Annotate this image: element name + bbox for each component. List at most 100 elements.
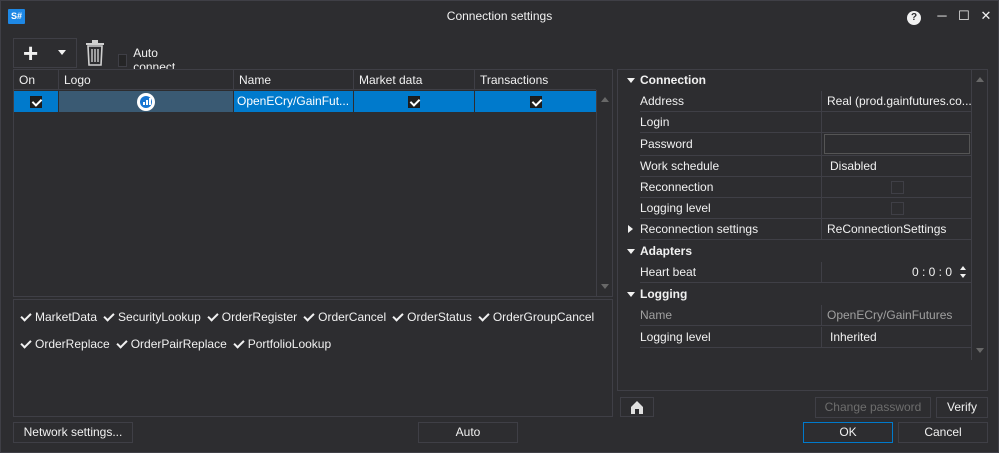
capabilities-panel: MarketData SecurityLookup OrderRegister … <box>13 299 613 417</box>
column-header-market-data[interactable]: Market data <box>354 70 475 90</box>
section-adapters[interactable]: Adapters <box>618 241 972 262</box>
close-button[interactable]: ✕ <box>977 8 995 24</box>
capability-item[interactable]: SecurityLookup <box>103 310 201 324</box>
verify-button[interactable]: Verify <box>936 397 988 418</box>
capability-item[interactable]: OrderGroupCancel <box>478 310 594 324</box>
maximize-button[interactable]: ☐ <box>955 8 973 24</box>
name-cell[interactable]: OpenECry/GainFut... <box>234 91 354 112</box>
property-label: Name <box>640 305 821 326</box>
address-value[interactable]: Real (prod.gainfutures.co... <box>821 91 972 112</box>
property-reconnection-settings[interactable]: Reconnection settings ReConnectionSettin… <box>618 219 972 240</box>
property-scrollbar[interactable] <box>971 70 987 360</box>
section-connection[interactable]: Connection <box>618 70 972 91</box>
transactions-checkbox[interactable] <box>529 95 542 108</box>
column-header-name[interactable]: Name <box>234 70 354 90</box>
collapse-icon[interactable] <box>627 78 635 83</box>
property-reconnection[interactable]: Reconnection <box>618 177 972 198</box>
name-value[interactable]: OpenECry/GainFutures <box>821 305 972 326</box>
logging-level-value[interactable] <box>821 198 972 219</box>
market-data-cell[interactable] <box>354 91 475 112</box>
on-checkbox[interactable] <box>30 95 42 108</box>
property-label: Address <box>640 91 821 112</box>
transactions-cell[interactable] <box>475 91 596 112</box>
property-heart-beat[interactable]: Heart beat 0 : 0 : 0 <box>618 262 972 283</box>
check-icon <box>20 338 32 350</box>
grid-header: On Logo Name Market data Transactions <box>14 70 596 90</box>
minimize-button[interactable]: ─ <box>933 8 951 24</box>
scroll-down-icon[interactable] <box>601 284 609 289</box>
section-logging[interactable]: Logging <box>618 284 972 305</box>
login-value[interactable] <box>821 112 972 133</box>
help-button[interactable]: ? <box>905 8 923 25</box>
column-header-transactions[interactable]: Transactions <box>475 70 596 90</box>
grid-scrollbar[interactable] <box>596 90 612 296</box>
window-title: Connection settings <box>446 9 553 23</box>
connection-settings-window: S# Connection settings ? ─ ☐ ✕ + Auto co… <box>0 0 999 453</box>
password-input[interactable] <box>824 134 970 154</box>
log-level-value[interactable]: Inherited <box>821 327 972 348</box>
reconnection-checkbox[interactable] <box>891 181 904 194</box>
capability-label: SecurityLookup <box>118 310 201 324</box>
reconnect-settings-value[interactable]: ReConnectionSettings <box>821 219 972 240</box>
logo-cell <box>59 91 234 112</box>
property-grid: Connection Address Real (prod.gainfuture… <box>617 69 988 391</box>
property-label: Login <box>640 112 821 133</box>
property-label: Reconnection <box>640 177 821 198</box>
check-icon <box>233 338 245 350</box>
help-icon: ? <box>907 11 921 25</box>
property-work-schedule[interactable]: Work schedule Disabled <box>618 156 972 177</box>
check-icon <box>116 338 128 350</box>
password-field[interactable] <box>821 133 972 156</box>
heartbeat-field[interactable]: 0 : 0 : 0 <box>821 262 972 283</box>
property-address[interactable]: Address Real (prod.gainfutures.co... <box>618 91 972 112</box>
spin-down-icon[interactable] <box>960 274 966 278</box>
auto-button[interactable]: Auto <box>418 422 518 443</box>
property-log-level[interactable]: Logging level Inherited <box>618 327 972 348</box>
capability-item[interactable]: OrderCancel <box>303 310 386 324</box>
capability-item[interactable]: OrderReplace <box>20 337 110 351</box>
ok-button[interactable]: OK <box>803 422 893 443</box>
dropdown-caret-icon[interactable] <box>58 50 66 55</box>
check-icon <box>207 311 219 323</box>
change-password-button[interactable]: Change password <box>815 397 931 418</box>
check-icon <box>478 311 490 323</box>
property-password[interactable]: Password <box>618 133 972 156</box>
network-settings-button[interactable]: Network settings... <box>13 422 133 443</box>
property-logging-level[interactable]: Logging level <box>618 198 972 219</box>
table-row[interactable]: OpenECry/GainFut... <box>14 91 596 112</box>
scroll-up-icon[interactable] <box>976 77 984 82</box>
property-label: Logging level <box>640 327 821 348</box>
collapse-icon[interactable] <box>627 249 635 254</box>
heartbeat-value[interactable]: 0 : 0 : 0 <box>912 265 952 279</box>
cancel-button[interactable]: Cancel <box>898 422 988 443</box>
expand-icon[interactable] <box>628 225 633 233</box>
market-data-checkbox[interactable] <box>408 95 420 108</box>
property-name[interactable]: Name OpenECry/GainFutures <box>618 305 972 326</box>
scroll-down-icon[interactable] <box>976 348 984 353</box>
column-header-logo[interactable]: Logo <box>59 70 234 90</box>
spin-up-icon[interactable] <box>960 266 966 270</box>
reconnection-value[interactable] <box>821 177 972 198</box>
column-header-on[interactable]: On <box>14 70 59 90</box>
logging-level-checkbox[interactable] <box>891 202 904 215</box>
property-login[interactable]: Login <box>618 112 972 133</box>
add-connection-button[interactable]: + <box>13 38 77 68</box>
capability-label: OrderReplace <box>35 337 110 351</box>
capability-item[interactable]: OrderPairReplace <box>116 337 227 351</box>
check-icon <box>392 311 404 323</box>
capability-item[interactable]: OrderRegister <box>207 310 297 324</box>
schedule-value[interactable]: Disabled <box>821 156 972 177</box>
on-cell[interactable] <box>14 91 59 112</box>
delete-icon[interactable] <box>84 40 106 66</box>
scroll-up-icon[interactable] <box>601 97 609 102</box>
heartbeat-spinner[interactable] <box>960 264 968 280</box>
home-button[interactable] <box>620 397 654 417</box>
property-label: Logging level <box>640 198 821 219</box>
capability-item[interactable]: OrderStatus <box>392 310 472 324</box>
capability-item[interactable]: PortfolioLookup <box>233 337 331 351</box>
property-label: Heart beat <box>640 262 821 283</box>
auto-connect-checkbox[interactable] <box>118 53 128 67</box>
capability-item[interactable]: MarketData <box>20 310 97 324</box>
collapse-icon[interactable] <box>627 292 635 297</box>
property-label: Reconnection settings <box>640 219 821 240</box>
